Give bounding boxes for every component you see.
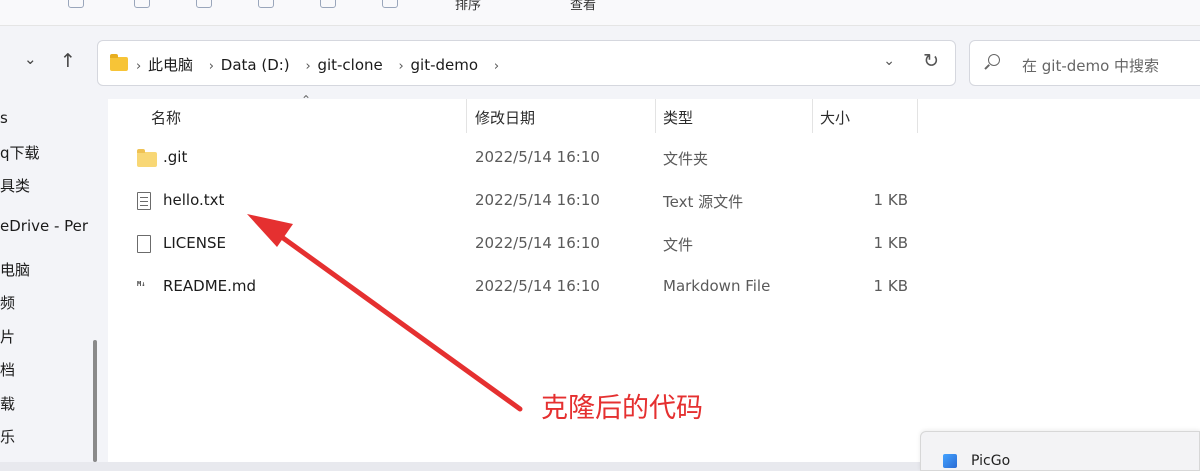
share-icon[interactable] [320, 0, 336, 8]
breadcrumb-separator[interactable]: › [399, 59, 404, 74]
navigation-pane: s q下载 具类 eDrive - Per 电脑 频 片 档 载 乐 [0, 99, 108, 471]
address-bar[interactable]: › 此电脑 › Data (D:) › git-clone › git-demo… [97, 40, 956, 86]
sidebar-item-this-pc[interactable]: 电脑 [0, 259, 30, 280]
search-box[interactable]: 在 git-demo 中搜索 [969, 40, 1200, 86]
file-size: 1 KB [873, 234, 908, 252]
paste-icon[interactable] [196, 0, 212, 8]
file-type: 文件夹 [663, 150, 709, 168]
command-toolbar: 排序 查看 [0, 0, 1200, 26]
file-date: 2022/5/14 16:10 [475, 234, 600, 252]
file-size: 1 KB [873, 191, 908, 209]
taskbar-preview[interactable]: PicGo [920, 431, 1200, 471]
taskbar-preview-label: PicGo [971, 453, 1011, 469]
file-date: 2022/5/14 16:10 [475, 191, 600, 209]
search-icon [988, 54, 1000, 66]
search-input[interactable]: 在 git-demo 中搜索 [1022, 55, 1159, 76]
file-type: Markdown File [663, 277, 771, 295]
text-file-icon [137, 192, 151, 210]
file-size: 1 KB [873, 277, 908, 295]
annotation-label: 克隆后的代码 [541, 393, 703, 424]
breadcrumb-data-drive[interactable]: Data (D:) [221, 56, 290, 74]
column-header-row: ⌃ 名称 修改日期 类型 大小 [108, 93, 1200, 133]
breadcrumb-git-demo[interactable]: git-demo [411, 56, 479, 74]
delete-icon[interactable] [382, 0, 398, 8]
table-row[interactable]: hello.txt 2022/5/14 16:10 Text 源文件 1 KB [108, 180, 1200, 222]
file-name: LICENSE [163, 234, 226, 252]
picgo-app-icon [943, 454, 957, 468]
breadcrumb: › 此电脑 › Data (D:) › git-clone › git-demo… [136, 54, 501, 75]
rename-icon[interactable] [258, 0, 274, 8]
file-type: Text 源文件 [663, 193, 744, 211]
file-date: 2022/5/14 16:10 [475, 148, 600, 166]
breadcrumb-git-clone[interactable]: git-clone [317, 56, 382, 74]
table-row[interactable]: .git 2022/5/14 16:10 文件夹 [108, 137, 1200, 179]
column-header-type[interactable]: 类型 [663, 107, 693, 128]
file-date: 2022/5/14 16:10 [475, 277, 600, 295]
view-button[interactable]: 查看 [570, 0, 596, 13]
sort-ascending-icon: ⌃ [301, 93, 312, 107]
column-header-size[interactable]: 大小 [820, 107, 850, 128]
column-header-name[interactable]: 名称 [151, 107, 181, 128]
up-arrow-icon[interactable]: ↑ [60, 50, 76, 72]
file-type: 文件 [663, 236, 694, 254]
sort-button[interactable]: 排序 [455, 0, 481, 13]
copy-icon[interactable] [134, 0, 150, 8]
sidebar-item-downloads[interactable]: 载 [0, 393, 15, 414]
sidebar-item-documents[interactable]: 档 [0, 359, 15, 380]
sidebar-scrollbar-thumb[interactable] [93, 340, 97, 462]
folder-icon [110, 54, 128, 71]
breadcrumb-separator[interactable]: › [209, 59, 214, 74]
address-history-chevron-icon[interactable]: ⌄ [883, 53, 895, 69]
folder-icon [137, 149, 157, 167]
table-row[interactable]: LICENSE 2022/5/14 16:10 文件 1 KB [108, 223, 1200, 265]
file-name: .git [163, 148, 188, 166]
cut-icon[interactable] [68, 0, 84, 8]
breadcrumb-separator: › [136, 59, 142, 74]
sidebar-item-tools[interactable]: 具类 [0, 175, 30, 196]
file-name: hello.txt [163, 191, 225, 209]
table-row[interactable]: M↓ README.md 2022/5/14 16:10 Markdown Fi… [108, 266, 1200, 308]
refresh-icon[interactable]: ↻ [923, 50, 939, 72]
breadcrumb-this-pc[interactable]: 此电脑 [148, 56, 193, 74]
sidebar-item-pictures[interactable]: 片 [0, 326, 15, 347]
column-divider[interactable] [655, 99, 656, 133]
breadcrumb-separator[interactable]: › [494, 59, 499, 74]
recent-locations-chevron-icon[interactable]: ⌄ [24, 50, 37, 68]
column-divider[interactable] [812, 99, 813, 133]
file-icon [137, 235, 151, 253]
sidebar-item-onedrive[interactable]: eDrive - Per [0, 217, 88, 235]
file-name: README.md [163, 277, 257, 295]
sidebar-item-recent[interactable]: s [0, 109, 8, 127]
markdown-icon: M↓ [137, 280, 146, 288]
column-header-date[interactable]: 修改日期 [475, 107, 535, 128]
breadcrumb-separator[interactable]: › [305, 59, 310, 74]
sidebar-item-downloads-folder[interactable]: q下载 [0, 142, 40, 163]
sidebar-item-music[interactable]: 乐 [0, 426, 15, 447]
column-divider[interactable] [917, 99, 918, 133]
sidebar-item-videos[interactable]: 频 [0, 292, 15, 313]
column-divider[interactable] [466, 99, 467, 133]
